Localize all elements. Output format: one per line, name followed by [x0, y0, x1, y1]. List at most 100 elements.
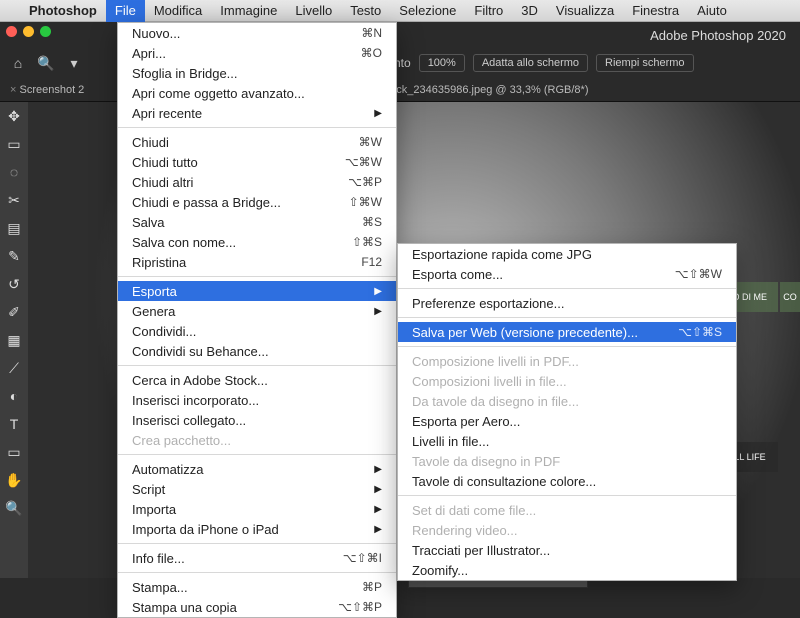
document-tab[interactable]: Stock_234635986.jpeg @ 33,3% (RGB/8*)	[370, 84, 588, 96]
file-menu-item[interactable]: Stampa una copia⌥⇧⌘P	[118, 597, 396, 617]
file-menu-item[interactable]: Stampa...⌘P	[118, 577, 396, 597]
file-menu-item[interactable]: Apri...⌘O	[118, 43, 396, 63]
file-menu-item[interactable]: Nuovo...⌘N	[118, 23, 396, 43]
file-menu-item[interactable]: RipristinaF12	[118, 252, 396, 272]
dropdown-icon[interactable]: ▾	[64, 55, 84, 72]
file-menu-item[interactable]: Apri come oggetto avanzato...	[118, 83, 396, 103]
file-menu-item[interactable]: Cerca in Adobe Stock...	[118, 370, 396, 390]
export-menu-item[interactable]: Zoomify...	[398, 560, 736, 580]
file-menu-item[interactable]: Chiudi altri⌥⌘P	[118, 172, 396, 192]
tool-icon[interactable]: 🔍	[5, 500, 22, 518]
tool-icon[interactable]: ✋	[5, 472, 22, 490]
menubar-item-3d[interactable]: 3D	[512, 0, 547, 22]
menubar-item-modifica[interactable]: Modifica	[145, 0, 211, 22]
file-menu-item[interactable]: Condividi...	[118, 321, 396, 341]
menu-item-label: Chiudi tutto	[132, 155, 198, 170]
menubar-item-selezione[interactable]: Selezione	[390, 0, 465, 22]
tool-icon[interactable]: ▤	[7, 220, 20, 238]
file-menu-item[interactable]: Inserisci collegato...	[118, 410, 396, 430]
zoom-100-button[interactable]: 100%	[419, 54, 465, 72]
home-icon[interactable]: ⌂	[8, 55, 28, 71]
fill-screen-button[interactable]: Riempi schermo	[596, 54, 693, 72]
menu-item-label: Salva	[132, 215, 165, 230]
menu-item-label: Esporta per Aero...	[412, 414, 520, 429]
file-menu-item[interactable]: Inserisci incorporato...	[118, 390, 396, 410]
tool-icon[interactable]: ◐	[10, 388, 18, 406]
tool-icon[interactable]: ⟋	[9, 360, 19, 378]
menubar-item-filtro[interactable]: Filtro	[465, 0, 512, 22]
tool-icon[interactable]: ↺	[8, 276, 20, 294]
file-menu-item[interactable]: Chiudi tutto⌥⌘W	[118, 152, 396, 172]
search-icon[interactable]: 🔍	[36, 55, 56, 72]
tool-icon[interactable]: ▦	[7, 332, 20, 350]
export-menu-item[interactable]: Tracciati per Illustrator...	[398, 540, 736, 560]
menu-item-label: Cerca in Adobe Stock...	[132, 373, 268, 388]
mac-menubar: Photoshop FileModificaImmagineLivelloTes…	[0, 0, 800, 22]
tool-icon[interactable]: ✂	[8, 192, 20, 210]
menubar-item-file[interactable]: File	[106, 0, 145, 22]
menu-item-label: Salva per Web (versione precedente)...	[412, 325, 638, 340]
file-menu-item[interactable]: Condividi su Behance...	[118, 341, 396, 361]
menu-shortcut: ⌘W	[329, 135, 382, 149]
export-menu-item[interactable]: Preferenze esportazione...	[398, 293, 736, 313]
menu-item-label: Esporta come...	[412, 267, 503, 282]
fit-screen-button[interactable]: Adatta allo schermo	[473, 54, 588, 72]
file-menu-item[interactable]: Chiudi e passa a Bridge...⇧⌘W	[118, 192, 396, 212]
export-menu-item[interactable]: Livelli in file...	[398, 431, 736, 451]
export-menu-item[interactable]: Esportazione rapida come JPG	[398, 244, 736, 264]
close-window-button[interactable]	[6, 26, 17, 37]
file-menu-item[interactable]: Esporta▶	[118, 281, 396, 301]
document-tab[interactable]: Screenshot 2	[10, 84, 84, 96]
menu-shortcut: ⌥⇧⌘I	[313, 551, 382, 565]
tool-icon[interactable]: ✎	[8, 248, 20, 266]
file-menu-item[interactable]: Apri recente ▶	[118, 103, 396, 123]
file-menu-item[interactable]: Chiudi⌘W	[118, 132, 396, 152]
menu-item-label: Preferenze esportazione...	[412, 296, 564, 311]
menu-item-label: Condividi...	[132, 324, 196, 339]
export-menu-item[interactable]: Tavole di consultazione colore...	[398, 471, 736, 491]
file-menu-item[interactable]: Script▶	[118, 479, 396, 499]
tool-icon[interactable]: ▭	[7, 444, 20, 462]
tool-icon[interactable]: ✐	[8, 304, 20, 322]
export-menu-item[interactable]: Esporta per Aero...	[398, 411, 736, 431]
menubar-item-finestra[interactable]: Finestra	[623, 0, 688, 22]
file-menu-item[interactable]: Salva con nome...⇧⌘S	[118, 232, 396, 252]
tool-icon[interactable]: ✥	[8, 108, 20, 126]
menu-shortcut: ⌘N	[331, 26, 382, 40]
file-menu-item: Crea pacchetto...	[118, 430, 396, 450]
menu-item-label: Stampa una copia	[132, 600, 237, 615]
menu-separator	[118, 276, 396, 277]
menu-item-label: Composizioni livelli in file...	[412, 374, 567, 389]
file-menu-item[interactable]: Importa▶	[118, 499, 396, 519]
export-menu-item[interactable]: Esporta come...⌥⇧⌘W	[398, 264, 736, 284]
menubar-item-immagine[interactable]: Immagine	[211, 0, 286, 22]
menu-separator	[118, 365, 396, 366]
menubar-item-livello[interactable]: Livello	[286, 0, 341, 22]
menu-item-label: Stampa...	[132, 580, 188, 595]
tool-icon[interactable]: ▭	[7, 136, 20, 154]
menubar-item-testo[interactable]: Testo	[341, 0, 390, 22]
menu-separator	[398, 288, 736, 289]
submenu-arrow-icon: ▶	[344, 306, 382, 317]
export-submenu: Esportazione rapida come JPGEsporta come…	[397, 243, 737, 581]
file-menu-item[interactable]: Automatizza▶	[118, 459, 396, 479]
menu-item-label: Automatizza	[132, 462, 204, 477]
file-menu-item[interactable]: Info file...⌥⇧⌘I	[118, 548, 396, 568]
app-name[interactable]: Photoshop	[20, 3, 106, 18]
export-menu-item[interactable]: Salva per Web (versione precedente)...⌥⇧…	[398, 322, 736, 342]
submenu-arrow-icon: ▶	[344, 108, 382, 119]
zoom-window-button[interactable]	[40, 26, 51, 37]
file-menu-item[interactable]: Genera▶	[118, 301, 396, 321]
file-menu-item[interactable]: Salva⌘S	[118, 212, 396, 232]
minimize-window-button[interactable]	[23, 26, 34, 37]
tool-icon[interactable]: ◌	[10, 164, 18, 182]
menubar-item-aiuto[interactable]: Aiuto	[688, 0, 736, 22]
file-menu-item[interactable]: Importa da iPhone o iPad▶	[118, 519, 396, 539]
menubar-item-visualizza[interactable]: Visualizza	[547, 0, 623, 22]
file-menu-item[interactable]: Sfoglia in Bridge...	[118, 63, 396, 83]
menu-separator	[118, 543, 396, 544]
menu-item-label: Apri recente	[132, 106, 202, 121]
tool-icon[interactable]: T	[10, 416, 19, 434]
menu-item-label: Apri come oggetto avanzato...	[132, 86, 305, 101]
menu-item-label: Inserisci incorporato...	[132, 393, 259, 408]
